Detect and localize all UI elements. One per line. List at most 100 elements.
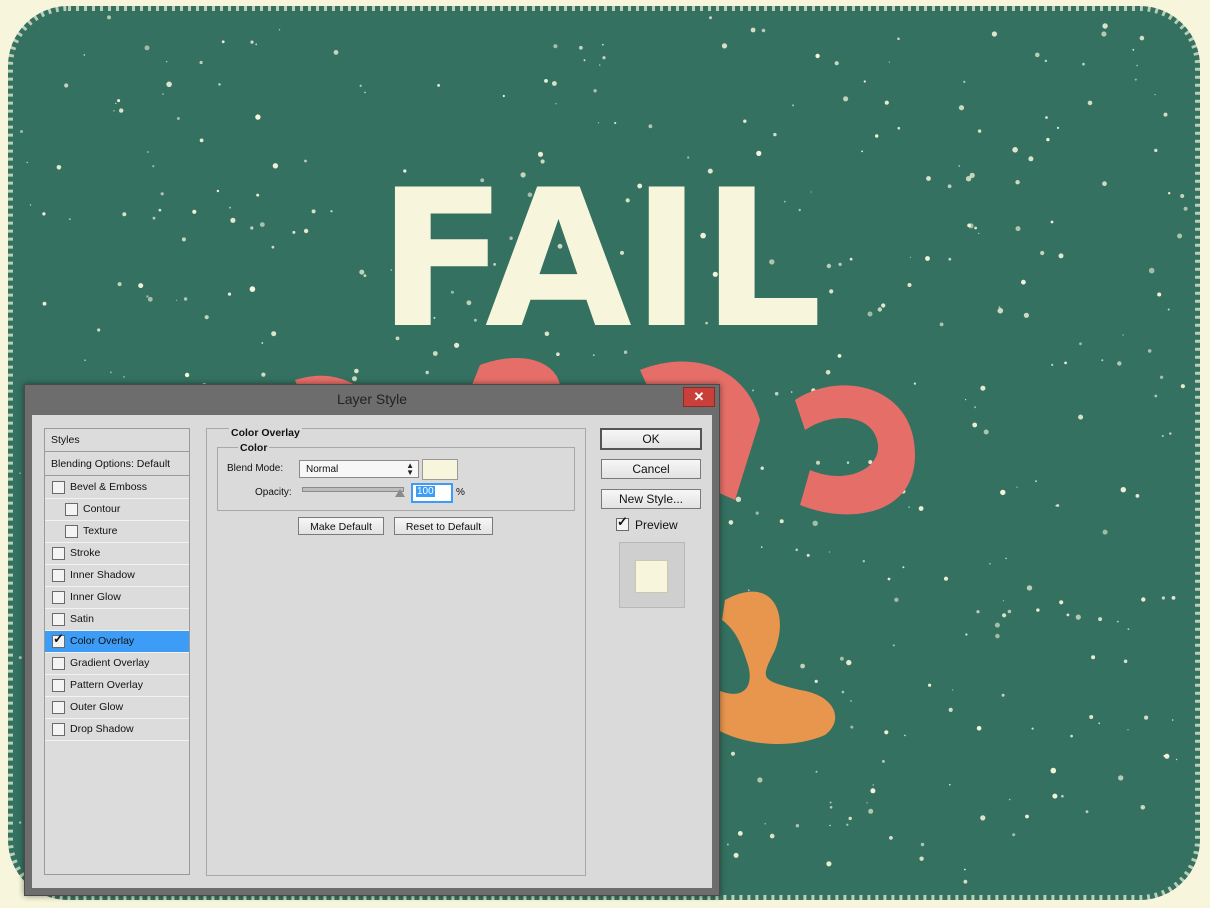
dialog-titlebar[interactable]: Layer Style ✕ — [25, 385, 719, 413]
chalk-speck — [995, 633, 1000, 639]
chalk-speck — [68, 218, 71, 221]
chalk-speck — [1040, 250, 1045, 256]
style-item-checkbox[interactable] — [65, 525, 78, 538]
chalk-speck — [939, 322, 944, 327]
ok-button[interactable]: OK — [600, 428, 702, 450]
chalk-speck — [731, 751, 735, 756]
chalk-speck — [1098, 617, 1103, 622]
chalk-speck — [1023, 312, 1029, 318]
chalk-speck — [1001, 693, 1005, 697]
chalk-speck — [737, 831, 743, 836]
chalk-speck — [1120, 487, 1127, 493]
overlay-color-swatch[interactable] — [422, 459, 458, 480]
chalk-speck — [1101, 31, 1107, 37]
chalk-speck — [1056, 126, 1060, 129]
style-item-checkbox[interactable] — [52, 657, 65, 670]
styles-header[interactable]: Styles — [45, 429, 189, 452]
chalk-speck — [913, 382, 917, 385]
chalk-speck — [1175, 758, 1178, 761]
chalk-speck — [829, 801, 832, 804]
chalk-speck — [980, 815, 986, 821]
chalk-speck — [1002, 613, 1007, 618]
style-item-satin[interactable]: Satin — [45, 609, 189, 631]
opacity-input[interactable]: 100 — [411, 483, 453, 503]
chalk-speck — [1127, 729, 1129, 731]
chalk-speck — [64, 83, 69, 88]
style-item-checkbox[interactable] — [52, 723, 65, 736]
style-item-texture[interactable]: Texture — [45, 521, 189, 543]
style-item-inner-shadow[interactable]: Inner Shadow — [45, 565, 189, 587]
chalk-speck — [552, 81, 557, 86]
chalk-speck — [1026, 585, 1033, 591]
style-item-checkbox[interactable]: ✓ — [52, 631, 65, 648]
style-item-pattern-overlay[interactable]: Pattern Overlay — [45, 675, 189, 697]
blend-mode-select[interactable]: Normal ▲ ▼ — [299, 460, 419, 478]
chalk-speck — [1098, 722, 1101, 725]
chalk-speck — [292, 230, 296, 234]
chalk-speck — [147, 296, 153, 302]
style-item-checkbox[interactable] — [52, 547, 65, 560]
style-item-label: Contour — [83, 503, 121, 515]
blending-options-item[interactable]: Blending Options: Default — [45, 453, 189, 476]
chalk-speck — [1183, 206, 1188, 211]
chalk-speck — [107, 15, 111, 20]
cancel-button[interactable]: Cancel — [601, 459, 701, 479]
style-item-bevel-emboss[interactable]: Bevel & Emboss — [45, 477, 189, 499]
chalk-speck — [113, 110, 115, 112]
style-item-checkbox[interactable] — [52, 701, 65, 714]
chalk-speck — [750, 27, 756, 33]
style-item-outer-glow[interactable]: Outer Glow — [45, 697, 189, 719]
style-item-label: Outer Glow — [70, 701, 124, 713]
chalk-speck — [882, 760, 885, 763]
style-item-checkbox[interactable] — [52, 613, 65, 626]
style-item-checkbox[interactable] — [52, 591, 65, 604]
chalk-speck — [42, 212, 46, 216]
style-item-gradient-overlay[interactable]: Gradient Overlay — [45, 653, 189, 675]
style-item-contour[interactable]: Contour — [45, 499, 189, 521]
chalk-speck — [952, 689, 954, 691]
chalk-speck — [1028, 156, 1034, 162]
chalk-speck — [599, 64, 601, 66]
style-item-checkbox[interactable] — [65, 503, 78, 516]
chalk-speck — [862, 560, 865, 563]
chalk-speck — [249, 286, 256, 292]
chalk-speck — [828, 551, 831, 553]
color-overlay-panel: Color Overlay Color Blend Mode: Normal ▲… — [206, 427, 586, 876]
style-item-inner-glow[interactable]: Inner Glow — [45, 587, 189, 609]
chalk-speck — [1082, 62, 1085, 66]
close-button[interactable]: ✕ — [683, 387, 715, 407]
chalk-speck — [812, 520, 818, 526]
style-item-label: Satin — [70, 613, 94, 625]
chalk-speck — [1012, 833, 1016, 837]
chalk-speck — [1117, 361, 1122, 366]
chalk-speck — [250, 226, 254, 230]
style-item-stroke[interactable]: Stroke — [45, 543, 189, 565]
chalk-speck — [255, 114, 261, 120]
style-item-checkbox[interactable] — [52, 481, 65, 494]
chalk-speck — [764, 823, 766, 825]
chalk-speck — [752, 389, 754, 392]
chalk-speck — [997, 307, 1004, 314]
chalk-speck — [18, 656, 22, 660]
make-default-button[interactable]: Make Default — [298, 517, 384, 535]
chalk-speck — [553, 44, 558, 49]
style-item-drop-shadow[interactable]: Drop Shadow — [45, 719, 189, 741]
blend-mode-value: Normal — [306, 464, 339, 475]
chalk-speck — [861, 150, 863, 153]
chalk-speck — [779, 519, 784, 524]
chalk-speck — [146, 151, 149, 153]
preview-checkbox[interactable]: ✓ — [616, 514, 629, 531]
reset-to-default-button[interactable]: Reset to Default — [394, 517, 493, 535]
style-item-checkbox[interactable] — [52, 679, 65, 692]
opacity-slider-thumb[interactable] — [395, 489, 405, 497]
chalk-speck — [881, 303, 886, 308]
chalk-speck — [1031, 727, 1034, 730]
opacity-slider[interactable] — [302, 487, 404, 492]
chalk-speck — [29, 204, 32, 206]
chalk-speck — [825, 370, 831, 375]
new-style-button[interactable]: New Style... — [601, 489, 701, 509]
chalk-speck — [994, 622, 1000, 628]
style-item-checkbox[interactable] — [52, 569, 65, 582]
style-item-color-overlay[interactable]: ✓ Color Overlay — [45, 631, 189, 653]
chalk-speck — [56, 165, 62, 170]
